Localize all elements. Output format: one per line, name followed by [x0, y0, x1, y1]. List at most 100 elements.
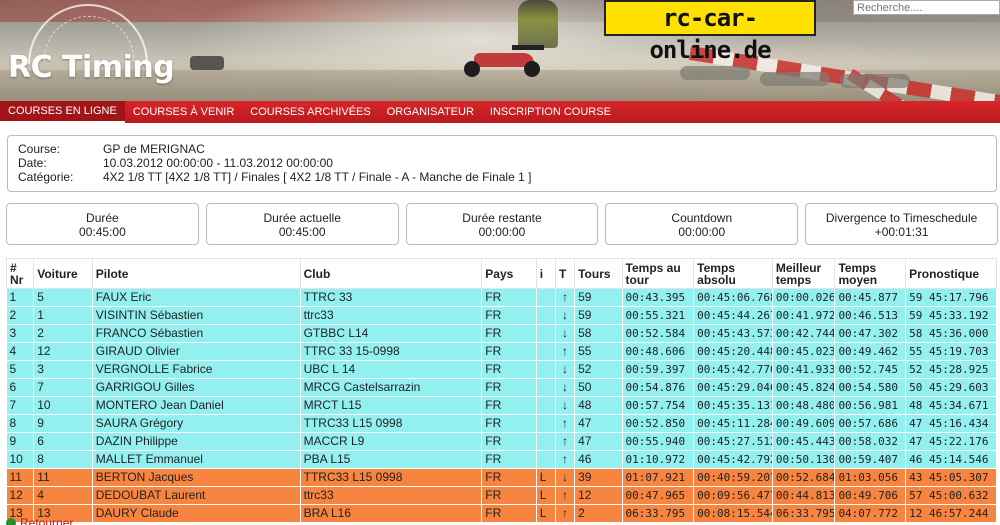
col-header[interactable]: Pronostique — [905, 258, 997, 289]
table-row[interactable]: 3 2 FRANCO Sébastien GTBBC L14 FR ↓ 58 00:52.58… — [6, 324, 997, 343]
cell-car: 12 — [33, 342, 93, 361]
cell-best: 00:45.443 — [772, 432, 836, 451]
cell-avg: 00:46.513 — [834, 306, 907, 325]
table-row[interactable]: 6 7 GARRIGOU Gilles MRCG Castelsarrazin FR ↓ 5… — [6, 378, 997, 397]
table-row[interactable]: 12 4 DEDOUBAT Laurent ttrc33 FR L ↑ 12 00:47.965… — [6, 486, 997, 505]
cell-pos: 5 — [6, 360, 35, 379]
cell-club: PBA L15 — [300, 450, 483, 469]
timer-label: Divergence to Timeschedule — [825, 211, 978, 225]
cell-trend: ↑ — [555, 342, 576, 361]
cell-abs-time: 00:08:15.544 — [693, 504, 773, 523]
col-header[interactable]: Pays — [481, 258, 537, 289]
course-value: GP de MERIGNAC — [103, 142, 205, 156]
table-row[interactable]: 2 1 VISINTIN Sébastien ttrc33 FR ↓ 59 00:55.321… — [6, 306, 997, 325]
sponsor-banner[interactable]: rc-car-online.de — [604, 0, 816, 64]
arrow-up-icon: ↑ — [562, 452, 569, 466]
cell-trend: ↑ — [555, 504, 576, 523]
cell-car: 11 — [33, 468, 93, 487]
col-header[interactable]: Temps absolu — [693, 258, 773, 289]
cell-trend: ↑ — [555, 450, 576, 469]
timer-label: Durée — [86, 211, 119, 225]
nav-courses-a-venir[interactable]: COURSES À VENIR — [125, 101, 242, 123]
cell-abs-time: 00:45:43.573 — [693, 324, 773, 343]
cell-pos: 2 — [6, 306, 35, 325]
cell-country: FR — [481, 378, 537, 397]
cell-club: ttrc33 — [300, 486, 483, 505]
table-row[interactable]: 10 8 MALLET Emmanuel PBA L15 FR ↑ 46 01:10.972 0… — [6, 450, 997, 469]
back-link[interactable]: Retourner — [6, 516, 73, 525]
table-row[interactable]: 11 11 BERTON Jacques TTRC33 L15 0998 FR L ↓ 39 0… — [6, 468, 997, 487]
cell-trend: ↑ — [555, 486, 576, 505]
nav-courses-en-ligne[interactable]: COURSES EN LIGNE — [0, 101, 125, 123]
cell-pilot: GARRIGOU Gilles — [92, 378, 301, 397]
col-header[interactable]: Pilote — [91, 258, 301, 289]
cell-club: TTRC 33 15-0998 — [300, 342, 483, 361]
cell-trend: ↑ — [555, 414, 576, 433]
banner-marshal — [518, 0, 558, 48]
cell-laps: 59 — [574, 306, 623, 325]
table-row[interactable]: 7 10 MONTERO Jean Daniel MRCT L15 FR ↓ 48 00:57… — [6, 396, 997, 415]
table-row[interactable]: 4 12 GIRAUD Olivier TTRC 33 15-0998 FR ↑ 55 00:… — [6, 342, 997, 361]
cell-i: L — [536, 504, 556, 523]
cell-country: FR — [481, 414, 537, 433]
col-header[interactable]: T — [554, 258, 576, 289]
header-banner: RC Timing rc-car-online.de — [0, 0, 1000, 101]
col-header[interactable]: Meilleur temps — [771, 258, 836, 289]
table-row[interactable]: 5 3 VERGNOLLE Fabrice UBC L 14 FR ↓ 52 00:59.39… — [6, 360, 997, 379]
nav-courses-archivees[interactable]: COURSES ARCHIVÉES — [242, 101, 378, 123]
cell-pilot: BERTON Jacques — [92, 468, 301, 487]
cell-i — [536, 360, 556, 379]
cell-i — [536, 432, 556, 451]
banner-tire — [760, 72, 830, 86]
cell-pos: 10 — [6, 450, 35, 469]
cell-club: UBC L 14 — [300, 360, 483, 379]
col-header[interactable]: # Nr — [5, 258, 35, 289]
table-row[interactable]: 1 5 FAUX Eric TTRC 33 FR ↑ 59 00:43.395 00:45:06… — [6, 288, 997, 307]
col-header[interactable]: Temps au tour — [621, 258, 695, 289]
cell-prog: 47 45:16.434 — [905, 414, 997, 433]
col-header[interactable]: Temps moyen — [834, 258, 907, 289]
col-header[interactable]: Tours — [574, 258, 623, 289]
cell-pos: 4 — [6, 342, 35, 361]
category-value: 4X2 1/8 TT [4X2 1/8 TT] / Finales [ 4X2 … — [103, 170, 532, 184]
cell-i — [536, 342, 556, 361]
cell-lap-time: 00:52.584 — [622, 324, 695, 343]
table-row[interactable]: 13 13 DAURY Claude BRA L16 FR L ↑ 2 06:33.795 00:… — [6, 504, 997, 523]
timer-divergence: Divergence to Timeschedule +00:01:31 — [805, 203, 998, 245]
cell-avg: 00:49.706 — [834, 486, 907, 505]
cell-car: 5 — [33, 288, 93, 307]
cell-trend: ↓ — [555, 468, 576, 487]
cell-prog: 12 46:57.244 — [905, 504, 997, 523]
table-row[interactable]: 8 9 SAURA Grégory TTRC33 L15 0998 FR ↑ 47 00:52… — [6, 414, 997, 433]
cell-country: FR — [481, 324, 537, 343]
cell-trend: ↑ — [555, 288, 576, 307]
cell-avg: 00:57.686 — [834, 414, 907, 433]
col-header[interactable]: Club — [299, 258, 483, 289]
nav-inscription-course[interactable]: INSCRIPTION COURSE — [482, 101, 619, 123]
cell-avg: 04:07.772 — [834, 504, 907, 523]
category-row: Catégorie: 4X2 1/8 TT [4X2 1/8 TT] / Fin… — [18, 170, 986, 184]
col-header[interactable]: i — [535, 258, 556, 289]
cell-prog: 43 45:05.307 — [905, 468, 997, 487]
cell-trend: ↓ — [555, 306, 576, 325]
cell-pilot: GIRAUD Olivier — [92, 342, 301, 361]
back-label[interactable]: Retourner — [20, 516, 73, 525]
cell-car: 9 — [33, 414, 93, 433]
timer-value: 00:45:00 — [278, 225, 326, 239]
col-header[interactable]: Voiture — [33, 258, 93, 289]
arrow-up-icon: ↑ — [562, 344, 569, 358]
cell-pilot: DAURY Claude — [92, 504, 301, 523]
rc-timing-logo[interactable]: RC Timing — [8, 4, 175, 85]
cell-laps: 46 — [574, 450, 623, 469]
arrow-down-icon: ↓ — [562, 380, 569, 394]
search-input[interactable] — [853, 0, 1000, 15]
table-header-row: # Nr Voiture Pilote Club Pays i T Tours … — [5, 258, 997, 289]
cell-trend: ↓ — [555, 396, 576, 415]
table-row[interactable]: 9 6 DAZIN Philippe MACCR L9 FR ↑ 47 00:55.940 00… — [6, 432, 997, 451]
timer-duree-actuelle: Durée actuelle 00:45:00 — [205, 203, 399, 245]
arrow-up-icon: ↑ — [562, 434, 569, 448]
cell-lap-time: 00:55.321 — [622, 306, 695, 325]
cell-lap-time: 00:52.850 — [622, 414, 695, 433]
nav-organisateur[interactable]: ORGANISATEUR — [379, 101, 482, 123]
cell-avg: 00:59.407 — [834, 450, 907, 469]
